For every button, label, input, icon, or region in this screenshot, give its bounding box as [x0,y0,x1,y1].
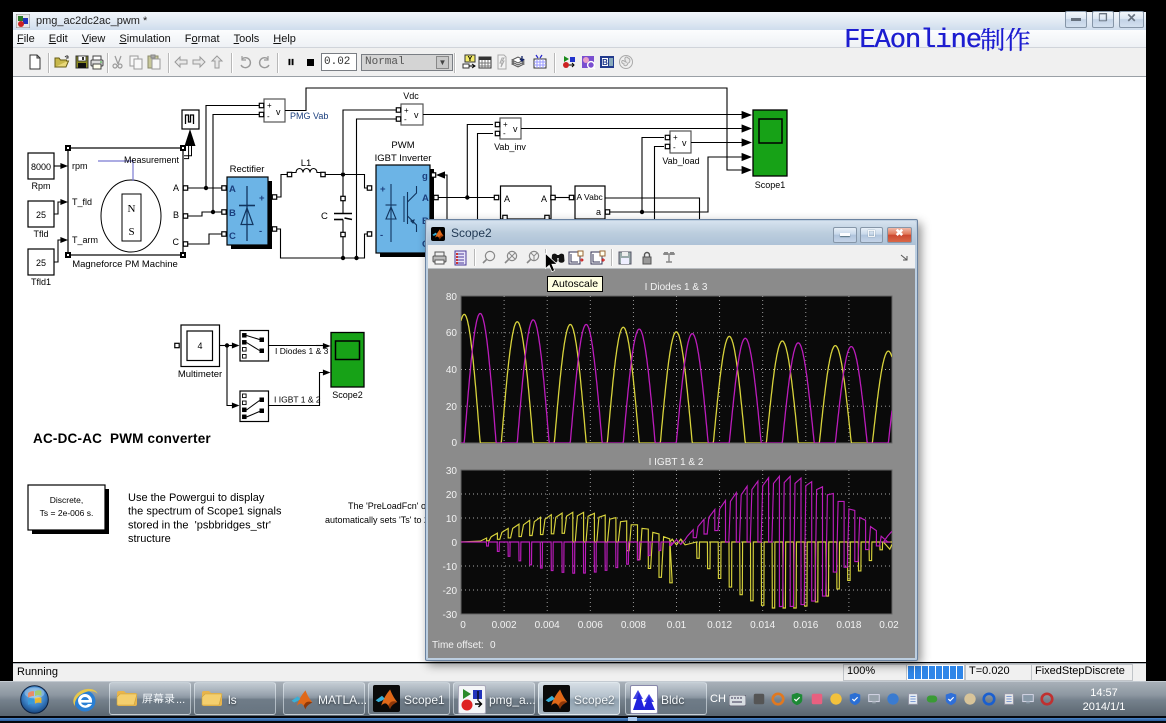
svg-text:I Diodes 1 & 3: I Diodes 1 & 3 [645,282,708,293]
svg-text:0: 0 [490,640,496,651]
svg-text:0.014: 0.014 [750,620,775,631]
svg-text:0.01: 0.01 [667,620,687,631]
svg-text:0.008: 0.008 [621,620,646,631]
svg-text:I IGBT 1 & 2: I IGBT 1 & 2 [649,457,704,468]
svg-text:20: 20 [446,490,458,501]
svg-text:0.002: 0.002 [492,620,517,631]
svg-text:0.016: 0.016 [793,620,818,631]
svg-text:-10: -10 [443,562,458,573]
svg-text:60: 60 [446,328,458,339]
svg-text:80: 80 [446,292,458,303]
svg-text:0.004: 0.004 [535,620,560,631]
svg-text:Time offset:: Time offset: [432,640,484,651]
svg-text:20: 20 [446,402,458,413]
svg-text:0.018: 0.018 [836,620,861,631]
svg-text:0.02: 0.02 [879,620,899,631]
svg-text:0.012: 0.012 [707,620,732,631]
svg-text:0.006: 0.006 [578,620,603,631]
svg-text:...: ... [176,694,185,706]
svg-text:10: 10 [446,514,458,525]
svg-text:0: 0 [451,538,457,549]
svg-text:40: 40 [446,365,458,376]
svg-text:-30: -30 [443,610,458,621]
svg-text:-20: -20 [443,586,458,597]
svg-text:0: 0 [460,620,466,631]
svg-text:0: 0 [451,438,457,449]
svg-text:30: 30 [446,466,458,477]
